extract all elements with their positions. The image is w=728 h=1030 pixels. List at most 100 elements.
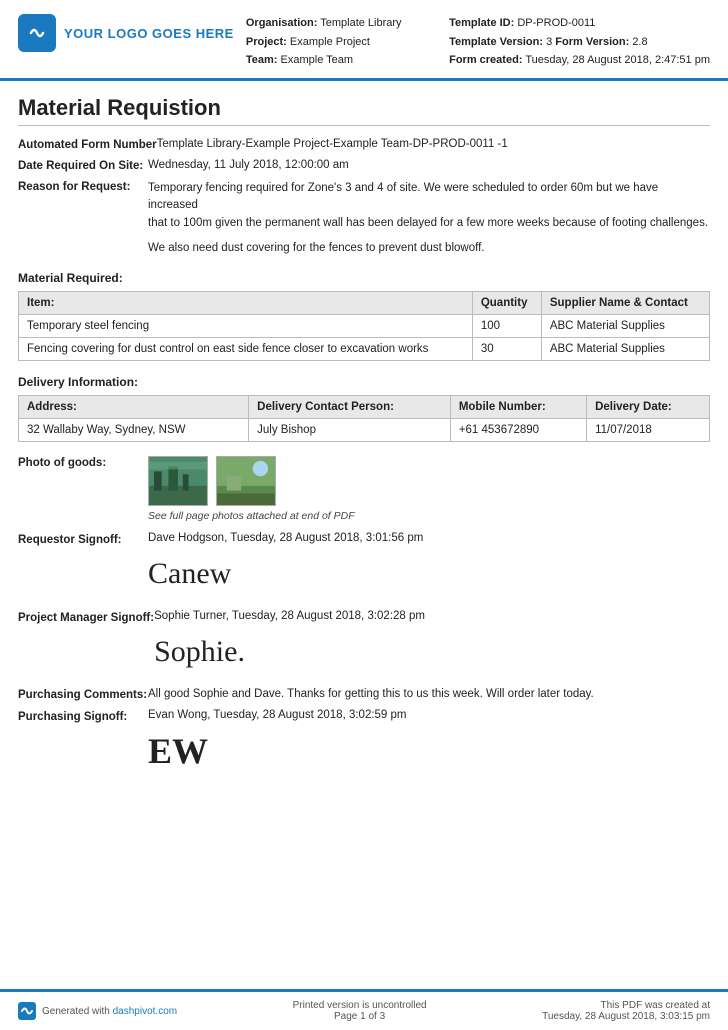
team-value: Example Team [281, 54, 354, 66]
material-item-2: Fencing covering for dust control on eas… [19, 338, 473, 361]
table-row: Fencing covering for dust control on eas… [19, 338, 710, 361]
footer-center: Printed version is uncontrolled Page 1 o… [293, 1000, 427, 1022]
purchasing-signoff-label: Purchasing Signoff: [18, 709, 148, 723]
purchasing-comments-label: Purchasing Comments: [18, 688, 148, 701]
form-created-row: Form created: Tuesday, 28 August 2018, 2… [449, 51, 710, 70]
page-title: Material Requistion [18, 95, 710, 126]
purchasing-signature-area: EW [148, 725, 710, 777]
delivery-mobile: +61 453672890 [450, 419, 586, 442]
photo-row: Photo of goods: [18, 456, 710, 522]
photo-thumb-2 [216, 456, 276, 506]
footer-generated-text: Generated with dashpivot.com [42, 1006, 177, 1017]
reason-line4: We also need dust covering for the fence… [148, 240, 710, 257]
delivery-table: Address: Delivery Contact Person: Mobile… [18, 395, 710, 442]
requestor-signature: Canew [148, 557, 231, 591]
material-required-title: Material Required: [18, 271, 710, 285]
material-required-table: Item: Quantity Supplier Name & Contact T… [18, 291, 710, 361]
project-manager-signature-area: Sophie. [154, 626, 710, 678]
automated-form-number-value: Template Library-Example Project-Example… [157, 138, 710, 150]
pdf-created-text: This PDF was created at [542, 1000, 710, 1011]
material-item-1: Temporary steel fencing [19, 315, 473, 338]
delivery-col-date: Delivery Date: [587, 396, 710, 419]
reason-line2: that to 100m given the permanent wall ha… [148, 215, 710, 232]
photo-thumbnails [148, 456, 710, 506]
header: YOUR LOGO GOES HERE Organisation: Templa… [0, 0, 728, 81]
organisation-row: Organisation: Template Library [246, 14, 437, 33]
project-manager-signature: Sophie. [154, 635, 245, 669]
material-col-item: Item: [19, 292, 473, 315]
photo-content: See full page photos attached at end of … [148, 456, 710, 522]
table-row: Temporary steel fencing 100 ABC Material… [19, 315, 710, 338]
material-col-quantity: Quantity [472, 292, 541, 315]
header-right: Template ID: DP-PROD-0011 Template Versi… [449, 14, 710, 70]
date-required-label: Date Required On Site: [18, 159, 148, 172]
dashpivot-link[interactable]: dashpivot.com [113, 1006, 177, 1017]
delivery-info-title: Delivery Information: [18, 375, 710, 389]
form-created-label: Form created: [449, 54, 522, 66]
requestor-signoff-label: Requestor Signoff: [18, 532, 148, 546]
material-table-header-row: Item: Quantity Supplier Name & Contact [19, 292, 710, 315]
organisation-value: Template Library [320, 17, 401, 29]
template-id-value: DP-PROD-0011 [517, 17, 595, 29]
organisation-label: Organisation: [246, 17, 318, 29]
reason-line1: Temporary fencing required for Zone's 3 … [148, 180, 710, 215]
requestor-signoff-row: Requestor Signoff: Dave Hodgson, Tuesday… [18, 532, 710, 600]
generated-prefix: Generated with [42, 1006, 113, 1017]
automated-form-number-label: Automated Form Number [18, 138, 157, 151]
page-number: Page 1 of 3 [293, 1011, 427, 1022]
header-center: Organisation: Template Library Project: … [246, 14, 437, 70]
material-table-body: Temporary steel fencing 100 ABC Material… [19, 315, 710, 361]
requestor-signoff-content: Dave Hodgson, Tuesday, 28 August 2018, 3… [148, 532, 710, 600]
logo-icon [18, 14, 56, 52]
template-version-label: Template Version: [449, 36, 543, 48]
delivery-date: 11/07/2018 [587, 419, 710, 442]
automated-form-number-row: Automated Form Number Template Library-E… [18, 138, 710, 151]
project-manager-signoff-content: Sophie Turner, Tuesday, 28 August 2018, … [154, 610, 710, 678]
delivery-table-body: 32 Wallaby Way, Sydney, NSW July Bishop … [19, 419, 710, 442]
project-manager-signoff-row: Project Manager Signoff: Sophie Turner, … [18, 610, 710, 678]
project-row: Project: Example Project [246, 33, 437, 52]
team-label: Team: [246, 54, 278, 66]
delivery-col-mobile: Mobile Number: [450, 396, 586, 419]
delivery-contact: July Bishop [249, 419, 451, 442]
photo-caption: See full page photos attached at end of … [148, 510, 710, 522]
table-row: 32 Wallaby Way, Sydney, NSW July Bishop … [19, 419, 710, 442]
date-required-row: Date Required On Site: Wednesday, 11 Jul… [18, 159, 710, 172]
material-col-supplier: Supplier Name & Contact [541, 292, 709, 315]
material-table-head: Item: Quantity Supplier Name & Contact [19, 292, 710, 315]
template-id-row: Template ID: DP-PROD-0011 [449, 14, 710, 33]
purchasing-signoff-content: Evan Wong, Tuesday, 28 August 2018, 3:02… [148, 709, 710, 777]
project-manager-signoff-label: Project Manager Signoff: [18, 610, 154, 624]
form-version-label: Form Version: [555, 36, 629, 48]
purchasing-signoff-name: Evan Wong, Tuesday, 28 August 2018, 3:02… [148, 709, 710, 721]
form-version-value: 2.8 [632, 36, 647, 48]
uncontrolled-text: Printed version is uncontrolled [293, 1000, 427, 1011]
material-qty-1: 100 [472, 315, 541, 338]
project-label: Project: [246, 36, 287, 48]
requestor-name: Dave Hodgson, Tuesday, 28 August 2018, 3… [148, 532, 710, 544]
project-manager-name: Sophie Turner, Tuesday, 28 August 2018, … [154, 610, 710, 622]
content: Material Requistion Automated Form Numbe… [0, 81, 728, 989]
purchasing-signoff-row: Purchasing Signoff: Evan Wong, Tuesday, … [18, 709, 710, 777]
form-created-value: Tuesday, 28 August 2018, 2:47:51 pm [525, 54, 710, 66]
date-required-value: Wednesday, 11 July 2018, 12:00:00 am [148, 159, 710, 171]
purchasing-signature: EW [148, 730, 208, 772]
purchasing-comments-value: All good Sophie and Dave. Thanks for get… [148, 688, 710, 700]
delivery-address: 32 Wallaby Way, Sydney, NSW [19, 419, 249, 442]
pdf-created-date: Tuesday, 28 August 2018, 3:03:15 pm [542, 1011, 710, 1022]
reason-label: Reason for Request: [18, 180, 148, 193]
team-row: Team: Example Team [246, 51, 437, 70]
logo-area: YOUR LOGO GOES HERE [18, 14, 234, 52]
photo-label: Photo of goods: [18, 456, 148, 469]
footer-left: Generated with dashpivot.com [18, 1002, 177, 1020]
requestor-signature-area: Canew [148, 548, 710, 600]
reason-row: Reason for Request: Temporary fencing re… [18, 180, 710, 257]
logo-text: YOUR LOGO GOES HERE [64, 26, 234, 41]
dashpivot-footer-icon [18, 1002, 36, 1020]
material-supplier-1: ABC Material Supplies [541, 315, 709, 338]
reason-value: Temporary fencing required for Zone's 3 … [148, 180, 710, 257]
footer: Generated with dashpivot.com Printed ver… [0, 989, 728, 1030]
delivery-header-row: Address: Delivery Contact Person: Mobile… [19, 396, 710, 419]
template-version-value: 3 [546, 36, 552, 48]
template-version-row: Template Version: 3 Form Version: 2.8 [449, 33, 710, 52]
